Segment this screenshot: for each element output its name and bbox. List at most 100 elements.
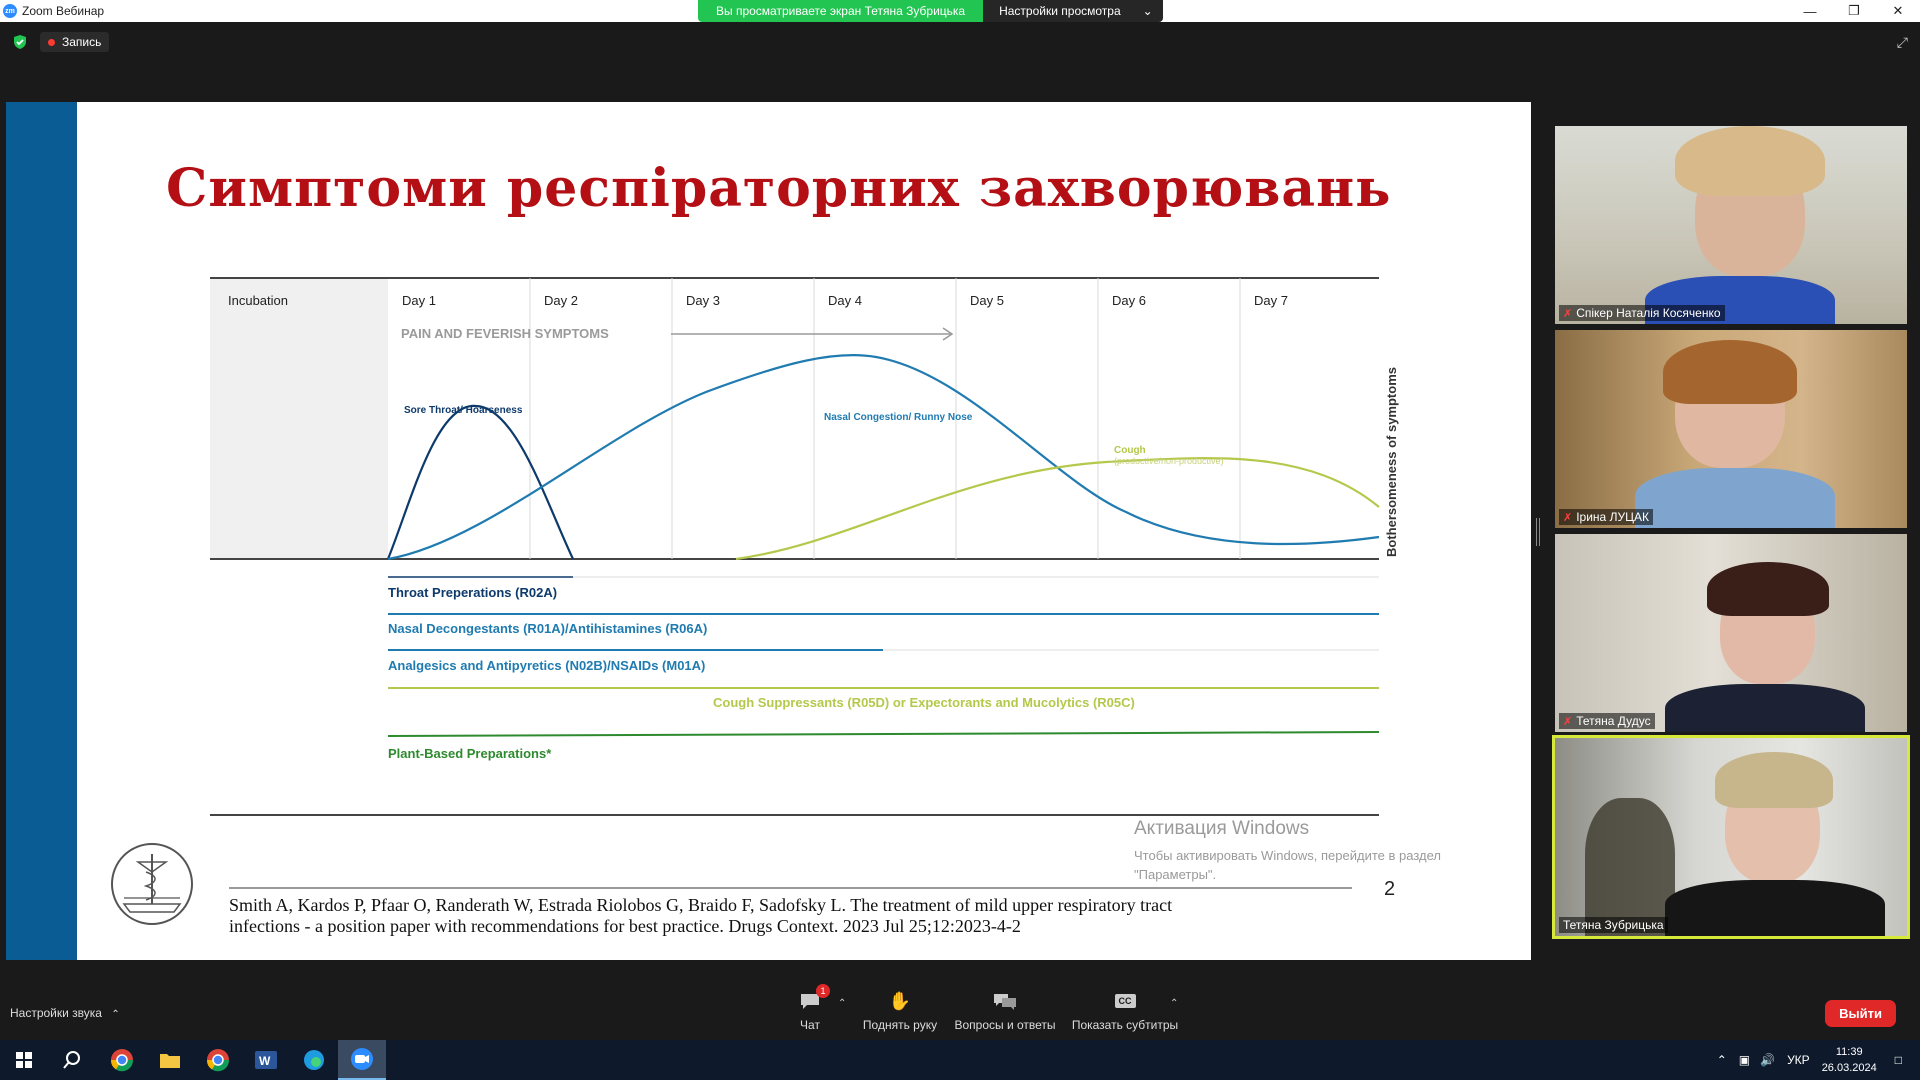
volume-icon[interactable]: 🔊 [1760, 1053, 1775, 1067]
citation-line-2: infections - a position paper with recom… [229, 916, 1021, 936]
restore-icon[interactable]: ❐ [1832, 0, 1876, 22]
view-settings-button[interactable]: Настройки просмотра ⌄ [983, 0, 1163, 22]
close-icon[interactable]: ✕ [1876, 0, 1920, 22]
captions-label: Показать субтитры [1071, 1018, 1179, 1032]
x-tick-label: Day 2 [544, 293, 578, 308]
show-captions-button[interactable]: CC Показать субтитры [1070, 990, 1180, 1032]
shared-screen-slide: Симптоми респіраторних захворювань Incub… [6, 102, 1531, 960]
recording-label: Запись [62, 35, 102, 49]
language-indicator[interactable]: УКР [1787, 1053, 1810, 1067]
slide-citation: Smith A, Kardos P, Pfaar O, Randerath W,… [229, 895, 1364, 937]
qa-icon [991, 990, 1019, 1012]
x-tick-label: Day 6 [1112, 293, 1146, 308]
participant-video-hair [1663, 340, 1797, 404]
share-viewing-label: Вы просматриваете экран Тетяна Зубрицька [698, 0, 984, 22]
x-tick-label: Day 5 [970, 293, 1004, 308]
meeting-top-strip: Запись ⤢ [0, 22, 1920, 102]
series-sublabel-cough: (productive/non-productive) [1114, 456, 1224, 466]
x-tick-label: Day 4 [828, 293, 862, 308]
participant-video-body [1665, 684, 1865, 732]
series-label-nasal: Nasal Congestion/ Runny Nose [824, 412, 973, 423]
raise-hand-button[interactable]: ✋ Поднять руку [860, 990, 940, 1033]
mic-muted-icon: ✗ [1563, 511, 1573, 524]
participant-video-hair [1675, 126, 1825, 196]
clock-time: 11:39 [1835, 1046, 1863, 1058]
participant-name: Тетяна Дудус [1576, 714, 1651, 728]
captions-options-caret-icon[interactable]: ⌃ [1170, 998, 1178, 1009]
recording-badge[interactable]: Запись [40, 32, 110, 52]
y-axis-label: Bothersomeness of symptoms [1384, 367, 1399, 557]
word-icon[interactable]: W [242, 1040, 290, 1080]
fullscreen-icon[interactable]: ⤢ [1897, 34, 1908, 51]
chrome-profile-icon[interactable] [194, 1040, 242, 1080]
activation-subtitle: Чтобы активировать Windows, перейдите в … [1134, 848, 1441, 882]
participant-tile-active-speaker[interactable]: Тетяна Зубрицька [1552, 735, 1910, 939]
leave-button[interactable]: Выйти [1825, 1000, 1896, 1027]
view-settings-label: Настройки просмотра [999, 4, 1121, 18]
series-label-cough: Cough [1114, 445, 1146, 456]
windows-taskbar: W ⌃ ▣ 🔊 УКР 11:39 26.03.2024 □ [0, 1040, 1920, 1080]
participant-video-hair [1707, 562, 1829, 616]
x-tick-label: Day 1 [402, 293, 436, 308]
participant-name-tag: Тетяна Зубрицька [1559, 917, 1668, 933]
pharmacy-emblem-icon [111, 843, 193, 925]
activation-title: Активация Windows [1134, 818, 1310, 839]
x-tick-label: Day 7 [1254, 293, 1288, 308]
treatment-label-analgesics: Analgesics and Antipyretics (N02B)/NSAID… [388, 658, 705, 673]
minimize-icon[interactable]: — [1788, 0, 1832, 22]
participant-video-hair [1715, 752, 1833, 808]
security-shield-icon[interactable] [12, 34, 28, 50]
chat-button[interactable]: 1 Чат [792, 984, 830, 1032]
meeting-toolbar: Настройки звука ⌃ 1 Чат ⌃ ✋ Поднять руку… [0, 960, 1920, 1040]
zoom-logo-icon: zm [3, 4, 17, 18]
series-sore-throat-line [386, 404, 574, 560]
chat-label: Чат [800, 1018, 820, 1032]
audio-settings-button[interactable]: Настройки звука ⌃ [10, 1006, 120, 1020]
phase-label: PAIN AND FEVERISH SYMPTOMS [401, 326, 609, 341]
file-explorer-icon[interactable] [146, 1040, 194, 1080]
zoom-taskbar-icon[interactable] [338, 1040, 386, 1080]
treatment-label-throat: Throat Preperations (R02A) [388, 585, 557, 600]
window-title: Zoom Вебинар [22, 4, 105, 18]
clock-date: 26.03.2024 [1821, 1062, 1877, 1074]
system-tray: ⌃ ▣ 🔊 УКР 11:39 26.03.2024 □ [1717, 1040, 1920, 1080]
chat-options-caret-icon[interactable]: ⌃ [838, 998, 846, 1009]
participant-tile[interactable]: ✗ Ірина ЛУЦАК [1555, 330, 1907, 528]
chevron-down-icon: ⌄ [1142, 4, 1153, 18]
record-dot-icon [48, 38, 55, 46]
chat-icon: 1 [796, 984, 830, 1012]
participant-tile[interactable]: ✗ Спікер Наталія Косяченко [1555, 126, 1907, 324]
taskbar-clock[interactable]: 11:39 26.03.2024 [1822, 1044, 1877, 1076]
panel-splitter-handle[interactable] [1536, 518, 1540, 546]
participant-name-tag: ✗ Ірина ЛУЦАК [1559, 509, 1653, 525]
treatment-label-plant: Plant-Based Preparations* [388, 746, 552, 761]
network-icon[interactable]: ▣ [1739, 1053, 1750, 1067]
notification-icon[interactable]: □ [1895, 1053, 1902, 1067]
participant-video-body [1635, 468, 1835, 528]
raise-hand-label: Поднять руку [862, 1018, 938, 1032]
treatment-label-cough: Cough Suppressants (R05D) or Expectorant… [713, 695, 1135, 710]
series-nasal-congestion-line [387, 354, 1380, 561]
search-icon[interactable] [48, 1040, 96, 1080]
citation-line-1: Smith A, Kardos P, Pfaar O, Randerath W,… [229, 895, 1173, 915]
svg-text:W: W [259, 1054, 271, 1068]
x-tick-label: Incubation [228, 293, 288, 308]
title-bar: zm Zoom Вебинар Вы просматриваете экран … [0, 0, 1920, 22]
participant-name-tag: ✗ Тетяна Дудус [1559, 713, 1655, 729]
participant-name-tag: ✗ Спікер Наталія Косяченко [1559, 305, 1725, 321]
participant-name: Тетяна Зубрицька [1563, 918, 1664, 932]
participant-name: Спікер Наталія Косяченко [1576, 306, 1721, 320]
chevron-up-icon[interactable]: ⌃ [1717, 1053, 1727, 1067]
participant-tile[interactable]: ✗ Тетяна Дудус [1555, 534, 1907, 732]
qa-button[interactable]: Вопросы и ответы [952, 990, 1058, 1032]
windows-start-icon[interactable] [0, 1040, 48, 1080]
treatment-bar-plant [387, 731, 1380, 737]
qa-label: Вопросы и ответы [954, 1018, 1056, 1032]
chat-badge: 1 [816, 984, 830, 998]
chrome-icon[interactable] [98, 1040, 146, 1080]
edge-icon[interactable] [290, 1040, 338, 1080]
incubation-area [210, 278, 388, 560]
captions-icon: CC [1111, 990, 1139, 1012]
treatment-label-nasal: Nasal Decongestants (R01A)/Antihistamine… [388, 621, 707, 636]
mic-muted-icon: ✗ [1563, 307, 1573, 320]
